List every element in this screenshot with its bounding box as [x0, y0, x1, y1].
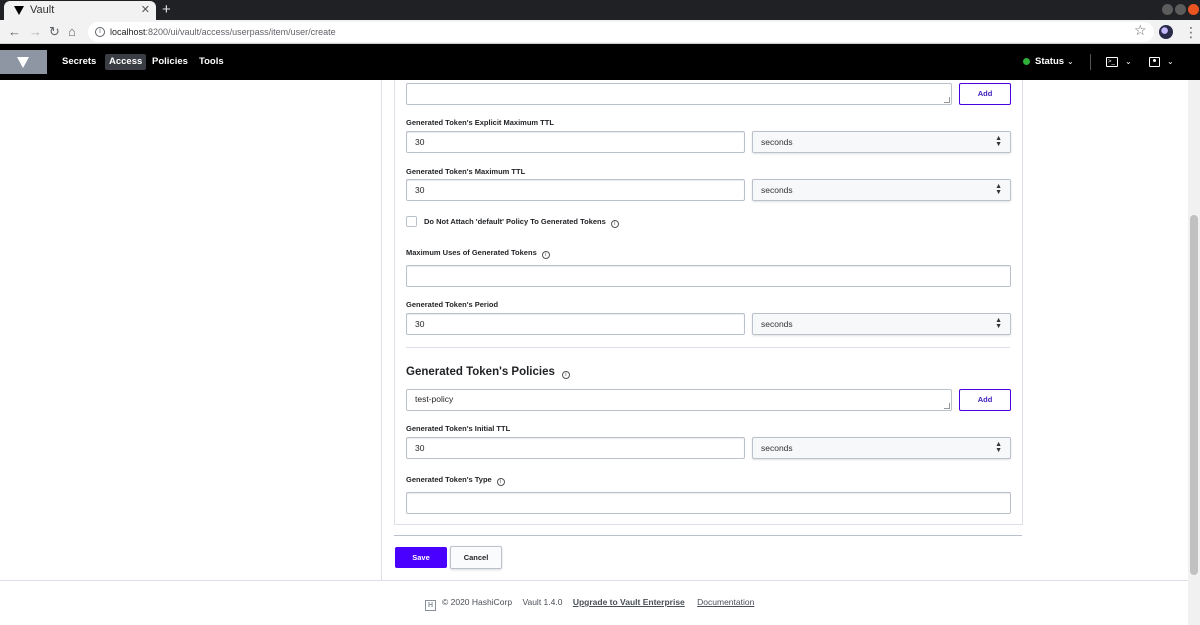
- no-default-policy-text: Do Not Attach 'default' Policy To Genera…: [424, 217, 606, 226]
- status-menu[interactable]: Status: [1035, 54, 1064, 70]
- vault-logo-icon: [17, 57, 29, 68]
- maximize-window-icon[interactable]: [1175, 4, 1186, 15]
- bookmark-star-icon[interactable]: ☆: [1134, 22, 1147, 39]
- console-chevron-down-icon[interactable]: ⌄: [1125, 54, 1132, 70]
- url-path: :8200/ui/vault/access/userpass/item/user…: [145, 27, 336, 37]
- initial-ttl-input[interactable]: 30: [406, 437, 745, 459]
- initial-ttl-unit: seconds: [761, 443, 793, 453]
- add-policy-button[interactable]: Add: [959, 389, 1011, 411]
- period-input[interactable]: 30: [406, 313, 745, 335]
- vault-navbar: Secrets Access Policies Tools Status ⌄ >…: [0, 44, 1200, 80]
- cancel-button[interactable]: Cancel: [450, 546, 502, 569]
- max-ttl-input[interactable]: 30: [406, 179, 745, 201]
- minimize-window-icon[interactable]: [1162, 4, 1173, 15]
- url-field[interactable]: i localhost:8200/ui/vault/access/userpas…: [88, 22, 1154, 42]
- browser-toolbar: ← → ↻ ⌂ i localhost:8200/ui/vault/access…: [0, 20, 1200, 44]
- url-host: localhost: [110, 27, 146, 37]
- browser-tabstrip: Vault ✕ +: [0, 0, 1200, 20]
- back-icon[interactable]: ←: [8, 23, 21, 41]
- reload-icon[interactable]: ↻: [49, 23, 60, 41]
- select-arrows-icon: ▲ ▼: [995, 441, 1002, 454]
- status-indicator-icon: [1023, 58, 1030, 65]
- vault-favicon-icon: [14, 6, 24, 15]
- console-icon[interactable]: >_: [1106, 57, 1118, 67]
- add-cidr-button[interactable]: Add: [959, 83, 1011, 105]
- token-type-input[interactable]: [406, 492, 1011, 514]
- nav-divider: [1090, 54, 1091, 70]
- info-icon[interactable]: i: [496, 478, 505, 486]
- tab-close-icon[interactable]: ✕: [141, 1, 150, 20]
- max-uses-label: Maximum Uses of Generated Tokens i: [406, 248, 550, 259]
- no-default-policy-label: Do Not Attach 'default' Policy To Genera…: [424, 217, 619, 228]
- period-unit-select[interactable]: seconds ▲ ▼: [752, 313, 1011, 335]
- max-ttl-label: Generated Token's Maximum TTL: [406, 167, 526, 176]
- documentation-link[interactable]: Documentation: [697, 597, 754, 607]
- token-type-text: Generated Token's Type: [406, 475, 492, 484]
- user-chevron-down-icon[interactable]: ⌄: [1167, 54, 1174, 70]
- max-ttl-unit: seconds: [761, 185, 793, 195]
- policies-title-text: Generated Token's Policies: [406, 366, 555, 378]
- footer-copyright: © 2020 HashiCorp: [442, 597, 513, 607]
- explicit-max-ttl-unit: seconds: [761, 137, 793, 147]
- nav-tools[interactable]: Tools: [195, 54, 228, 70]
- token-type-label: Generated Token's Type i: [406, 475, 505, 486]
- footer-version: Vault 1.4.0: [522, 597, 563, 607]
- max-uses-text: Maximum Uses of Generated Tokens: [406, 248, 537, 257]
- form-box-border: [1022, 80, 1023, 525]
- nav-policies[interactable]: Policies: [148, 54, 192, 70]
- save-button[interactable]: Save: [395, 547, 447, 568]
- policy-input[interactable]: test-policy: [406, 389, 952, 411]
- explicit-max-ttl-unit-select[interactable]: seconds ▲ ▼: [752, 131, 1011, 153]
- sidebar-divider: [381, 80, 382, 580]
- section-divider: [406, 347, 1010, 348]
- tab-title: Vault: [30, 4, 55, 16]
- nav-secrets[interactable]: Secrets: [58, 54, 100, 70]
- forward-icon[interactable]: →: [29, 23, 42, 41]
- info-icon[interactable]: i: [561, 371, 570, 379]
- home-icon[interactable]: ⌂: [68, 23, 76, 41]
- max-ttl-unit-select[interactable]: seconds ▲ ▼: [752, 179, 1011, 201]
- info-icon[interactable]: i: [610, 220, 619, 228]
- close-window-icon[interactable]: [1188, 4, 1199, 15]
- nav-access[interactable]: Access: [105, 54, 147, 70]
- vault-logo[interactable]: [0, 50, 47, 74]
- initial-ttl-label: Generated Token's Initial TTL: [406, 424, 511, 433]
- select-arrows-icon: ▲ ▼: [995, 317, 1002, 330]
- policies-section-title: Generated Token's Policies i: [406, 365, 570, 379]
- site-info-icon[interactable]: i: [95, 27, 105, 37]
- bound-cidrs-input[interactable]: [406, 83, 952, 105]
- select-arrows-icon: ▲ ▼: [995, 135, 1002, 148]
- period-label: Generated Token's Period: [406, 300, 499, 309]
- status-chevron-down-icon[interactable]: ⌄: [1067, 54, 1074, 70]
- upgrade-link[interactable]: Upgrade to Vault Enterprise: [573, 597, 685, 607]
- browser-tab[interactable]: Vault ✕: [4, 1, 156, 20]
- browser-menu-icon[interactable]: ⋮: [1184, 23, 1198, 41]
- explicit-max-ttl-input[interactable]: 30: [406, 131, 745, 153]
- no-default-policy-checkbox[interactable]: [406, 216, 417, 227]
- footer: H © 2020 HashiCorp Vault 1.4.0 Upgrade to…: [425, 596, 754, 611]
- scrollbar-thumb[interactable]: [1190, 215, 1198, 575]
- form-box-border: [394, 80, 395, 525]
- hashicorp-logo-icon: H: [425, 600, 436, 611]
- explicit-max-ttl-label: Generated Token's Explicit Maximum TTL: [406, 118, 554, 127]
- actions-divider: [394, 535, 1022, 536]
- form-box-border: [394, 524, 1023, 525]
- max-uses-input[interactable]: [406, 265, 1011, 287]
- select-arrows-icon: ▲ ▼: [995, 183, 1002, 196]
- user-icon[interactable]: [1149, 57, 1160, 67]
- profile-avatar[interactable]: [1159, 25, 1173, 39]
- footer-divider: [0, 580, 1188, 581]
- info-icon[interactable]: i: [541, 251, 550, 259]
- initial-ttl-unit-select[interactable]: seconds ▲ ▼: [752, 437, 1011, 459]
- new-tab-button[interactable]: +: [162, 1, 171, 19]
- period-unit: seconds: [761, 319, 793, 329]
